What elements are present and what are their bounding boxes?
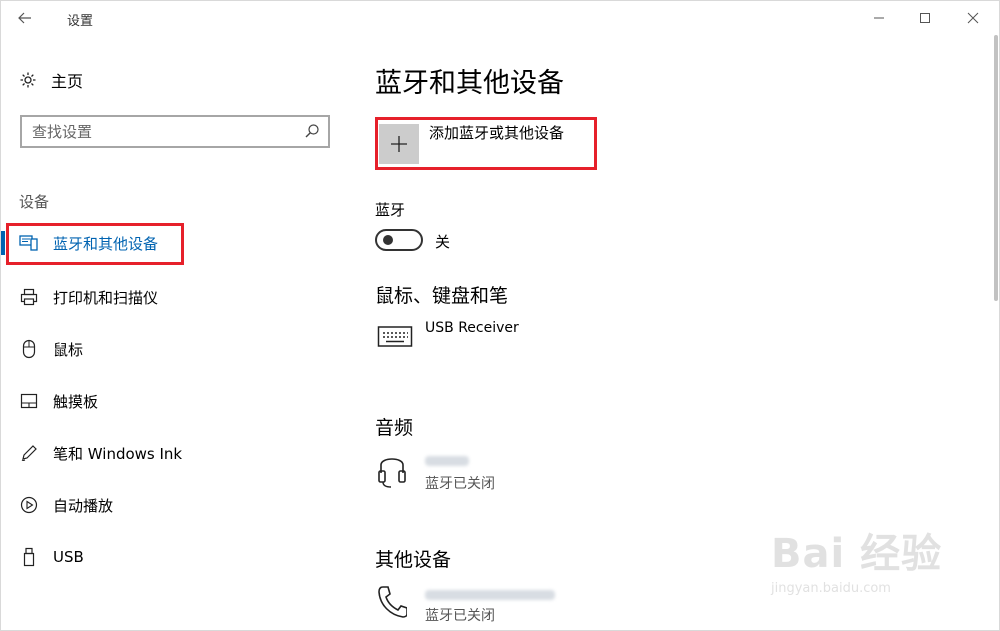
keyboard-icon[interactable] xyxy=(377,325,413,349)
sidebar-item-label: 笔和 Windows Ink xyxy=(53,444,183,463)
bluetooth-state-label: 关 xyxy=(435,233,451,251)
gear-icon xyxy=(20,72,36,88)
search-icon xyxy=(305,124,319,138)
active-indicator xyxy=(1,231,5,255)
phone-icon[interactable] xyxy=(377,585,407,619)
blurred-device-name xyxy=(425,456,469,466)
sidebar-item-label: 鼠标 xyxy=(53,340,84,359)
close-button[interactable] xyxy=(950,5,996,31)
autoplay-icon xyxy=(19,495,39,515)
bluetooth-toggle[interactable] xyxy=(375,229,423,251)
device-name[interactable]: USB Receiver xyxy=(425,320,519,336)
sidebar-item-autoplay[interactable]: 自动播放 xyxy=(1,485,349,525)
sidebar-item-label: 触摸板 xyxy=(53,392,99,411)
search-box[interactable] xyxy=(20,115,330,148)
title-bar: 设置 xyxy=(1,1,1000,35)
highlight-box-sidebar xyxy=(6,223,184,265)
sidebar-item-label: 自动播放 xyxy=(53,496,114,515)
highlight-box-add-device xyxy=(375,117,597,170)
sidebar-item-pen[interactable]: 笔和 Windows Ink xyxy=(1,433,349,473)
section-title-devices: 设备 xyxy=(19,193,50,211)
back-button[interactable] xyxy=(9,5,41,31)
headset-icon[interactable] xyxy=(377,451,407,491)
device-status: 蓝牙已关闭 xyxy=(425,476,495,492)
touchpad-icon xyxy=(19,391,39,411)
close-icon xyxy=(967,12,979,24)
minimize-icon xyxy=(874,17,884,19)
watermark-sub: jingyan.baidu.com xyxy=(771,581,891,596)
home-link[interactable]: 主页 xyxy=(19,69,83,91)
toggle-knob xyxy=(383,235,393,245)
maximize-button[interactable] xyxy=(902,5,948,31)
back-arrow-icon xyxy=(18,12,31,24)
watermark-text: Bai 经验 xyxy=(771,531,943,577)
sidebar-item-label: USB xyxy=(53,548,84,566)
watermark: Bai 经验 jingyan.baidu.com xyxy=(771,521,971,611)
page-title: 蓝牙和其他设备 xyxy=(375,68,564,99)
blurred-device-name xyxy=(425,590,555,600)
bluetooth-label: 蓝牙 xyxy=(375,201,406,219)
printer-icon xyxy=(19,287,39,307)
sidebar-item-mouse[interactable]: 鼠标 xyxy=(1,329,349,369)
usb-icon xyxy=(19,547,39,567)
sidebar-item-label: 打印机和扫描仪 xyxy=(53,288,159,307)
mouse-icon xyxy=(19,339,39,359)
section-title-mouse-keyboard-pen: 鼠标、键盘和笔 xyxy=(375,285,509,307)
window-title: 设置 xyxy=(67,14,94,29)
minimize-button[interactable] xyxy=(856,5,902,31)
home-label: 主页 xyxy=(51,72,84,91)
maximize-icon xyxy=(920,13,930,23)
search-input[interactable] xyxy=(32,121,292,143)
sidebar-item-usb[interactable]: USB xyxy=(1,537,349,577)
settings-window: 设置 主页 设备 xyxy=(0,0,1000,631)
device-status: 蓝牙已关闭 xyxy=(425,608,495,624)
pen-icon xyxy=(19,443,39,463)
scrollbar[interactable] xyxy=(994,35,998,301)
sidebar-item-touchpad[interactable]: 触摸板 xyxy=(1,381,349,421)
sidebar-item-printers[interactable]: 打印机和扫描仪 xyxy=(1,277,349,317)
section-title-audio: 音频 xyxy=(375,417,414,439)
sidebar: 主页 设备 蓝牙和其他设备 xyxy=(1,35,349,631)
section-title-other-devices: 其他设备 xyxy=(375,549,452,571)
